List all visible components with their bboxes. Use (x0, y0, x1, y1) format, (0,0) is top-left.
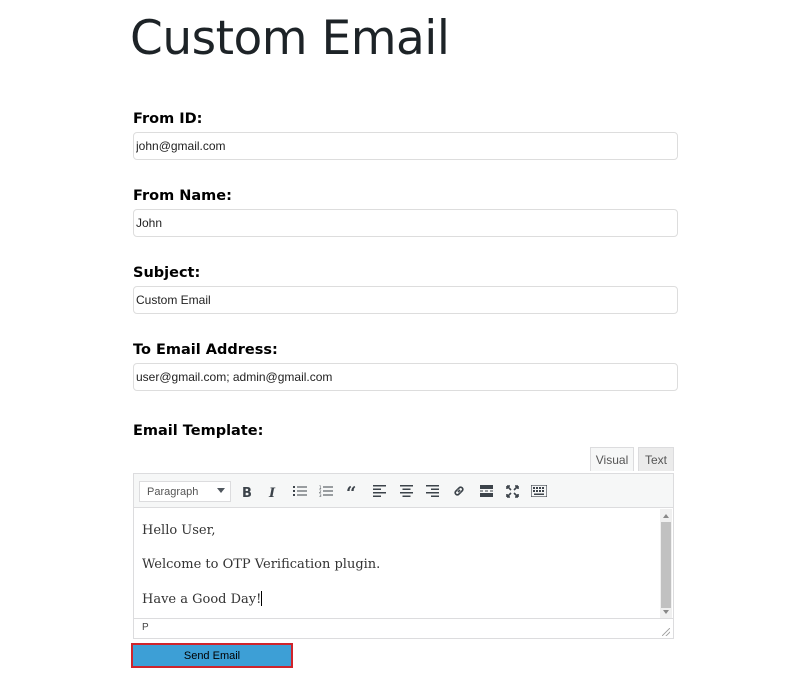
svg-text:I: I (268, 486, 276, 498)
content-line: Hello User, (142, 523, 216, 538)
editor-toolbar: Paragraph B I 123 “ (134, 474, 673, 508)
from-name-input[interactable] (133, 209, 678, 237)
chevron-down-icon (217, 488, 225, 493)
from-name-label: From Name: (133, 188, 232, 204)
svg-text:“: “ (346, 485, 356, 497)
content-line: Welcome to OTP Verification plugin. (142, 557, 381, 572)
text-cursor (261, 591, 263, 606)
tab-visual[interactable]: Visual (590, 447, 634, 471)
bold-icon[interactable]: B (237, 482, 257, 500)
editor-statusbar: P (134, 618, 673, 638)
page-title: Custom Email (130, 11, 450, 66)
email-template-editor: Paragraph B I 123 “ Hello User, Welcome … (133, 473, 674, 639)
resize-handle-icon[interactable] (662, 628, 670, 636)
format-select-value: Paragraph (147, 485, 199, 498)
to-email-input[interactable] (133, 363, 678, 391)
editor-content[interactable]: Hello User, Welcome to OTP Verification … (134, 508, 659, 620)
to-email-label: To Email Address: (133, 342, 278, 358)
format-select[interactable]: Paragraph (139, 481, 231, 502)
scroll-down-icon[interactable] (663, 610, 669, 614)
read-more-icon[interactable] (476, 482, 496, 500)
content-line-text: Have a Good Day! (142, 592, 262, 607)
content-line: Have a Good Day! (142, 591, 263, 607)
from-id-label: From ID: (133, 111, 203, 127)
tab-text[interactable]: Text (638, 447, 674, 471)
scroll-thumb[interactable] (661, 522, 671, 608)
from-id-input[interactable] (133, 132, 678, 160)
email-template-label: Email Template: (133, 423, 264, 439)
subject-input[interactable] (133, 286, 678, 314)
subject-label: Subject: (133, 265, 201, 281)
svg-text:3: 3 (319, 493, 322, 497)
numbered-list-icon[interactable]: 123 (316, 482, 336, 500)
svg-text:B: B (242, 486, 252, 498)
fullscreen-icon[interactable] (502, 482, 522, 500)
link-icon[interactable] (449, 482, 469, 500)
align-right-icon[interactable] (422, 482, 442, 500)
element-path[interactable]: P (142, 622, 149, 633)
align-center-icon[interactable] (396, 482, 416, 500)
editor-scrollbar[interactable] (660, 509, 672, 619)
italic-icon[interactable]: I (263, 482, 283, 500)
send-email-button[interactable]: Send Email (131, 643, 293, 668)
bullet-list-icon[interactable] (290, 482, 310, 500)
scroll-up-icon[interactable] (663, 514, 669, 518)
toolbar-toggle-icon[interactable] (529, 482, 549, 500)
align-left-icon[interactable] (369, 482, 389, 500)
blockquote-icon[interactable]: “ (343, 482, 363, 500)
